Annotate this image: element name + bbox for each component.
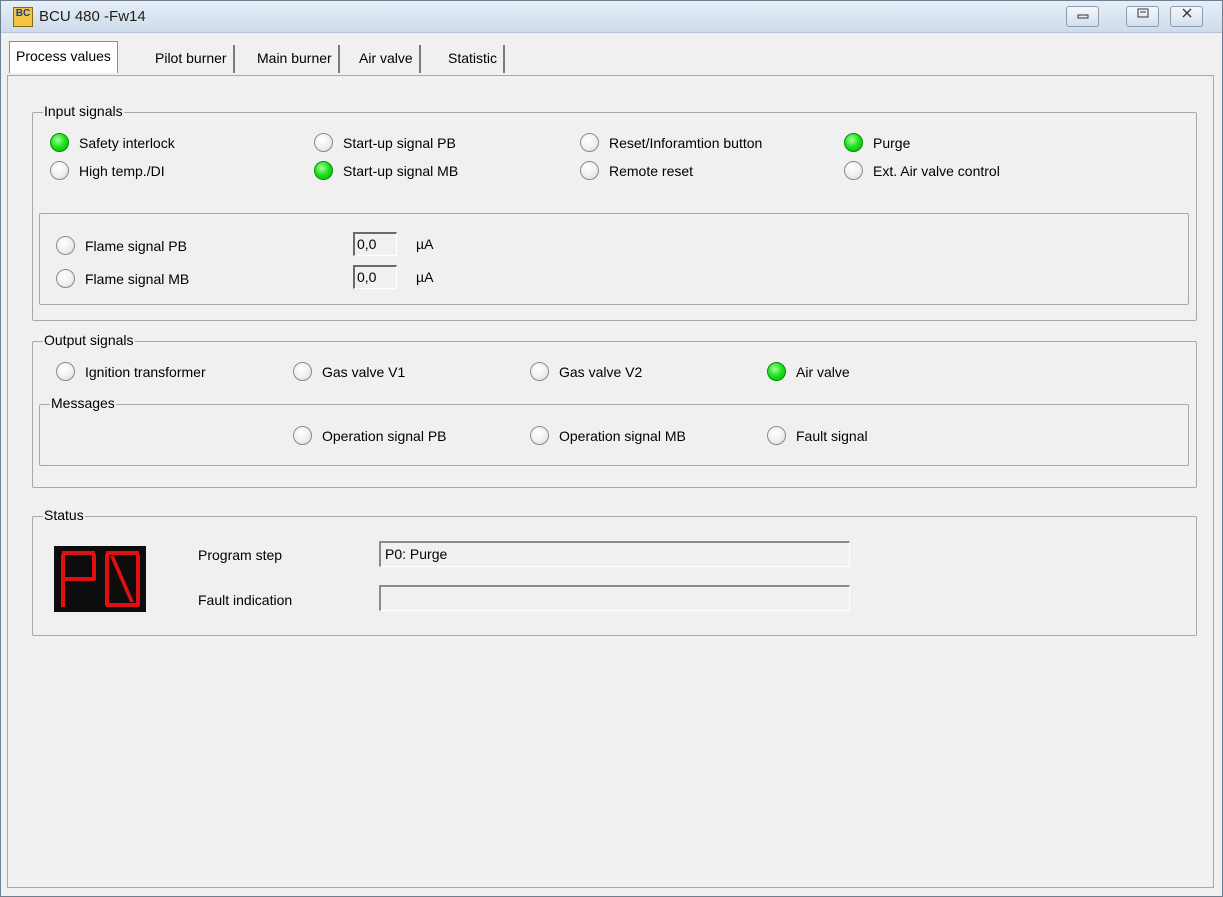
led-operation-signal-pb: Operation signal PB — [293, 426, 447, 445]
led-indicator — [580, 133, 599, 152]
close-button[interactable] — [1170, 6, 1203, 27]
led-indicator — [56, 236, 75, 255]
led-indicator — [767, 426, 786, 445]
app-icon-text: BC — [15, 8, 31, 19]
led-indicator — [50, 133, 69, 152]
input-signals-title: Input signals — [43, 103, 124, 119]
led-label: Flame signal MB — [85, 270, 190, 287]
led-indicator — [56, 362, 75, 381]
led-fault-signal: Fault signal — [767, 426, 868, 445]
close-icon — [1182, 8, 1191, 18]
led-indicator — [293, 426, 312, 445]
led-air-valve: Air valve — [767, 362, 850, 381]
minimize-button[interactable] — [1066, 6, 1099, 27]
led-indicator — [530, 426, 549, 445]
messages-title: Messages — [50, 395, 116, 411]
led-label: Flame signal PB — [85, 237, 187, 254]
minimize-icon — [1077, 14, 1088, 19]
led-label: Reset/Inforamtion button — [609, 134, 763, 151]
led-flame-signal-mb: Flame signal MB — [56, 269, 189, 288]
status-title: Status — [43, 507, 85, 523]
led-label: High temp./DI — [79, 162, 165, 179]
led-indicator — [56, 269, 75, 288]
led-label: Air valve — [796, 363, 850, 380]
led-label: Purge — [873, 134, 911, 151]
led-high-temp-di: High temp./DI — [50, 161, 165, 180]
led-purge: Purge — [844, 133, 910, 152]
restore-icon — [1137, 8, 1148, 18]
led-label: Start-up signal PB — [343, 134, 456, 151]
led-remote-reset: Remote reset — [580, 161, 693, 180]
program-step-field: P0: Purge — [379, 541, 850, 567]
led-indicator — [844, 133, 863, 152]
led-start-up-signal-mb: Start-up signal MB — [314, 161, 458, 180]
led-label: Operation signal MB — [559, 427, 686, 444]
led-label: Gas valve V2 — [559, 363, 643, 380]
segment-digit-p — [61, 551, 96, 607]
led-indicator — [844, 161, 863, 180]
segment-digit-0 — [105, 551, 140, 607]
flame-signal-mb-unit: µA — [416, 269, 434, 285]
tab-pilot-burner[interactable]: Pilot burner — [149, 45, 235, 73]
tab-main-burner[interactable]: Main burner — [251, 45, 340, 73]
restore-button[interactable] — [1126, 6, 1159, 27]
led-start-up-signal-pb: Start-up signal PB — [314, 133, 456, 152]
led-ignition-transformer: Ignition transformer — [56, 362, 206, 381]
led-label: Gas valve V1 — [322, 363, 406, 380]
led-indicator — [767, 362, 786, 381]
window-title: BCU 480 -Fw14 — [39, 8, 146, 25]
led-label: Ignition transformer — [85, 363, 206, 380]
status-group: Status — [32, 507, 1197, 636]
fault-indication-field — [379, 585, 850, 611]
led-indicator — [580, 161, 599, 180]
fault-indication-label: Fault indication — [198, 592, 293, 608]
tab-process-values[interactable]: Process values — [9, 41, 118, 73]
flame-signal-group — [39, 213, 1189, 305]
program-step-label: Program step — [198, 547, 283, 563]
seven-segment-graphic — [61, 551, 140, 607]
led-label: Safety interlock — [79, 134, 175, 151]
led-indicator — [314, 133, 333, 152]
led-safety-interlock: Safety interlock — [50, 133, 175, 152]
app-icon: BC — [13, 7, 33, 27]
led-label: Ext. Air valve control — [873, 162, 1000, 179]
seven-segment-display: P0 — [54, 546, 146, 612]
led-operation-signal-mb: Operation signal MB — [530, 426, 686, 445]
led-ext-air-valve-control: Ext. Air valve control — [844, 161, 1000, 180]
led-indicator — [293, 362, 312, 381]
led-flame-signal-pb: Flame signal PB — [56, 236, 187, 255]
led-gas-valve-v1: Gas valve V1 — [293, 362, 405, 381]
flame-signal-pb-value: 0,0 — [353, 232, 397, 256]
led-label: Operation signal PB — [322, 427, 447, 444]
tab-statistic[interactable]: Statistic — [442, 45, 506, 73]
led-indicator — [530, 362, 549, 381]
led-reset-information-button: Reset/Inforamtion button — [580, 133, 762, 152]
flame-signal-mb-value: 0,0 — [353, 265, 397, 289]
tab-bar: Process values Pilot burner Main burner … — [1, 34, 1222, 76]
led-gas-valve-v2: Gas valve V2 — [530, 362, 642, 381]
tab-air-valve[interactable]: Air valve — [353, 45, 421, 73]
flame-signal-pb-unit: µA — [416, 236, 434, 252]
output-signals-title: Output signals — [43, 332, 135, 348]
led-label: Start-up signal MB — [343, 162, 459, 179]
led-indicator — [50, 161, 69, 180]
title-bar[interactable]: BC BCU 480 -Fw14 — [1, 1, 1222, 33]
led-label: Remote reset — [609, 162, 694, 179]
led-indicator — [314, 161, 333, 180]
led-label: Fault signal — [796, 427, 868, 444]
